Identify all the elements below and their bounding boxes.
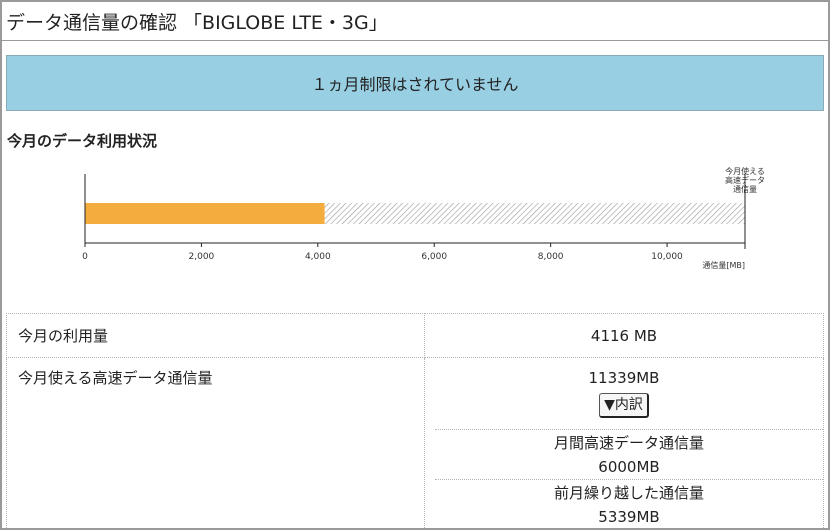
usage-table: 今月の利用量 4116 MB 今月使える高速データ通信量 11339MB ▼内訳… bbox=[6, 313, 824, 528]
available-limit-label: 今月使える bbox=[725, 166, 765, 176]
x-tick-label: 8,000 bbox=[538, 252, 564, 262]
breakdown-toggle-button[interactable]: ▼内訳 bbox=[599, 393, 649, 418]
available-limit-label: 高速データ bbox=[725, 175, 765, 185]
breakdown-value: 5339MB bbox=[598, 508, 660, 526]
breakdown-list: 月間高速データ通信量 6000MB 前月繰り越した通信量 5339MB bbox=[435, 429, 823, 528]
x-tick-label: 4,000 bbox=[305, 252, 331, 262]
limit-notice-banner: １ヵ月制限はされていません bbox=[6, 55, 824, 111]
breakdown-item-monthly: 月間高速データ通信量 6000MB bbox=[435, 429, 823, 479]
x-tick-label: 0 bbox=[82, 252, 88, 262]
usage-chart: 0 2,000 4,000 6,000 8,000 10,000 通信量[MB] 今月使える高… bbox=[82, 166, 765, 270]
breakdown-item-carryover: 前月繰り越した通信量 5339MB bbox=[435, 479, 823, 528]
available-data-value: 11339MB bbox=[588, 369, 660, 387]
table-row-monthly-usage: 今月の利用量 4116 MB bbox=[6, 313, 824, 358]
monthly-usage-label: 今月の利用量 bbox=[6, 313, 425, 358]
title-divider bbox=[2, 40, 828, 41]
breakdown-label: 前月繰り越した通信量 bbox=[553, 484, 704, 502]
page-title: データ通信量の確認 「BIGLOBE LTE・3G」 bbox=[6, 12, 388, 34]
x-tick-label: 6,000 bbox=[421, 252, 447, 262]
breakdown-value: 6000MB bbox=[598, 458, 660, 476]
section-heading: 今月のデータ利用状況 bbox=[7, 132, 158, 150]
used-data-bar bbox=[85, 203, 325, 224]
available-data-cell: 11339MB ▼内訳 月間高速データ通信量 6000MB 前月繰り越した通信量… bbox=[424, 357, 824, 528]
table-row-available-data: 今月使える高速データ通信量 11339MB ▼内訳 月間高速データ通信量 600… bbox=[6, 357, 824, 528]
limit-notice-text: １ヵ月制限はされていません bbox=[311, 75, 519, 94]
available-limit-label: 通信量 bbox=[733, 184, 757, 194]
x-tick-label: 10,000 bbox=[651, 252, 683, 262]
breakdown-label: 月間高速データ通信量 bbox=[553, 434, 704, 452]
x-tick-label: 2,000 bbox=[189, 252, 215, 262]
x-axis-label: 通信量[MB] bbox=[702, 260, 745, 270]
data-usage-page: データ通信量の確認 「BIGLOBE LTE・3G」 １ヵ月制限はされていません… bbox=[0, 0, 830, 530]
monthly-usage-value: 4116 MB bbox=[424, 313, 824, 358]
available-data-label: 今月使える高速データ通信量 bbox=[6, 357, 425, 528]
